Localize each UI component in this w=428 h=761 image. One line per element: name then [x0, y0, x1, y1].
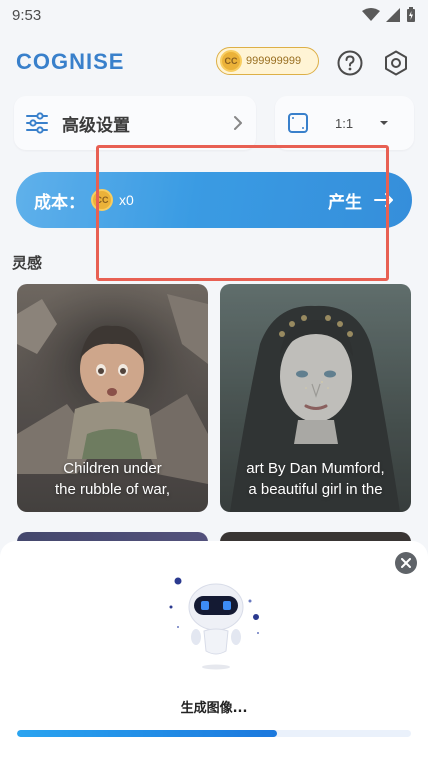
status-time: 9:53 [12, 6, 42, 24]
caption-line: a beautiful girl in the [248, 481, 383, 498]
cost-label: 成本： [34, 192, 85, 213]
square-ratio-icon [288, 113, 308, 133]
progress-bar [17, 730, 411, 737]
battery-icon [407, 7, 415, 22]
caption-line: Children under [63, 460, 162, 477]
advanced-settings-button[interactable]: 高级设置 [14, 96, 256, 150]
arrow-right-icon [374, 193, 393, 207]
coin-balance-value: 999999999 [246, 55, 302, 67]
chevron-right-icon [234, 116, 242, 130]
close-button[interactable] [395, 552, 417, 574]
status-bar: 9:53 [0, 0, 428, 30]
coin-balance-pill[interactable]: CC 999999999 [216, 47, 319, 75]
inspiration-card[interactable]: Children under the rubble of war, [17, 284, 208, 512]
caret-down-icon [380, 121, 389, 125]
robot-icon [169, 577, 259, 670]
aspect-ratio-value: 1:1 [335, 115, 354, 131]
sliders-icon [26, 112, 48, 134]
cost-amount: x0 [119, 192, 134, 208]
aspect-ratio-select[interactable]: 1:1 [275, 96, 414, 150]
inspiration-caption: Children under the rubble of war, [17, 458, 208, 500]
close-icon [401, 558, 411, 568]
advanced-settings-label: 高级设置 [62, 115, 130, 136]
generate-label: 产生 [328, 192, 362, 213]
inspiration-caption: art By Dan Mumford, a beautiful girl in … [220, 458, 411, 500]
caption-line: the rubble of war, [54, 481, 171, 498]
generate-button[interactable]: 成本： CC x0 产生 [16, 172, 412, 228]
generation-sheet: 生成图像... [0, 541, 428, 761]
wifi-icon [362, 8, 380, 21]
coin-icon: CC [220, 50, 242, 72]
coin-icon: CC [91, 189, 113, 211]
progress-fill [17, 730, 278, 737]
app-header: COGNISE CC 999999999 [0, 40, 428, 84]
inspiration-title: 灵感 [12, 254, 43, 272]
inspiration-card[interactable]: art By Dan Mumford, a beautiful girl in … [220, 284, 411, 512]
settings-icon[interactable] [382, 49, 410, 77]
caption-line: art By Dan Mumford, [246, 460, 385, 477]
generating-status: 生成图像... [180, 701, 248, 716]
help-icon[interactable] [336, 49, 364, 77]
signal-icon [386, 8, 400, 22]
status-icons [362, 7, 416, 23]
app-logo: COGNISE [16, 49, 125, 74]
